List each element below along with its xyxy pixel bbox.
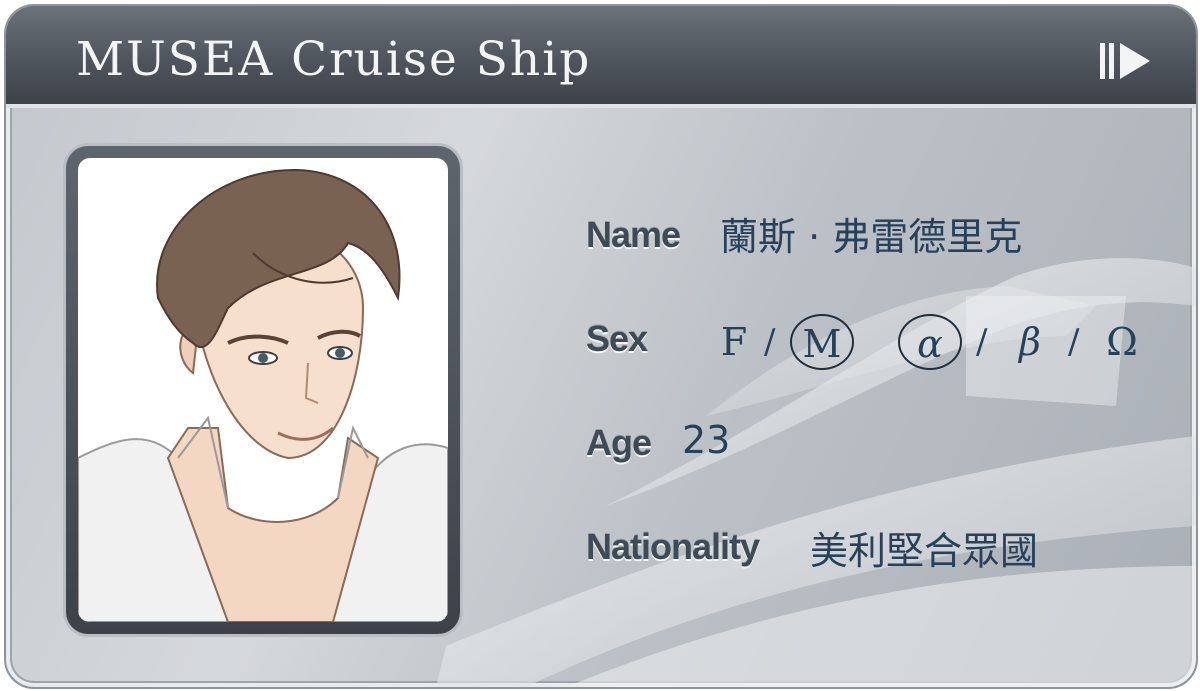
sex-options: F / M α / β / Ω <box>716 314 1156 370</box>
sex-option-female: F <box>720 320 748 364</box>
secondary-option-beta: β <box>1019 320 1041 364</box>
character-portrait-art <box>78 168 448 622</box>
secondary-separator: / <box>1068 322 1080 362</box>
header-bar: MUSEA Cruise Ship <box>6 6 1196 108</box>
name-label: Name <box>586 214 681 255</box>
nationality-value: 美利堅合眾國 <box>810 529 1039 573</box>
sex-option-male-selected: M <box>790 314 854 370</box>
nationality-label: Nationality <box>586 526 760 567</box>
name-value: 蘭斯 · 弗雷德里克 <box>720 215 1023 259</box>
skip-button[interactable] <box>1098 38 1156 84</box>
sex-label: Sex <box>586 318 648 359</box>
secondary-option-omega: Ω <box>1106 320 1138 364</box>
sex-separator: / <box>764 322 776 362</box>
id-card: MUSEA Cruise Ship Name 蘭斯 · 弗雷德里克 Sex F … <box>4 4 1198 689</box>
character-portrait <box>78 158 448 622</box>
skip-forward-icon <box>1100 43 1150 79</box>
age-value: 23 <box>682 418 731 462</box>
secondary-option-alpha-selected: α <box>898 314 962 370</box>
card-title: MUSEA Cruise Ship <box>76 32 592 87</box>
portrait-frame <box>66 146 460 634</box>
secondary-separator: / <box>976 322 988 362</box>
age-label: Age <box>586 422 652 463</box>
